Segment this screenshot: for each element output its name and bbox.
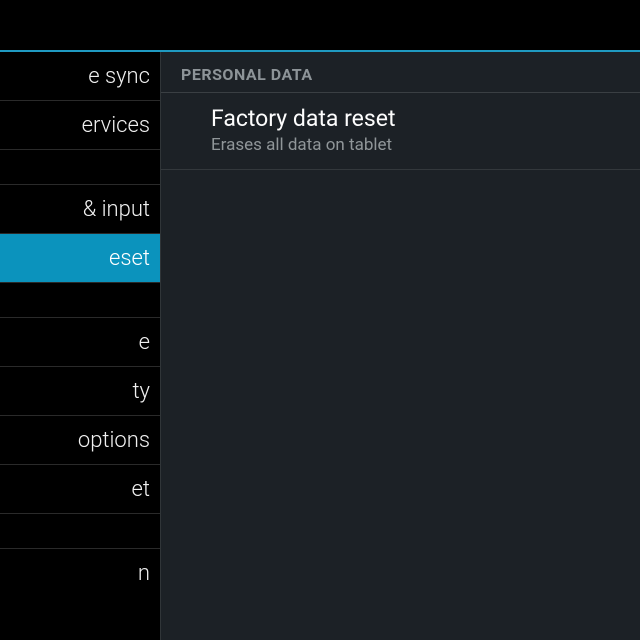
sidebar-category-gap — [0, 150, 160, 185]
sidebar-item-label: ty — [132, 379, 150, 404]
main-panel: PERSONAL DATA Factory data reset Erases … — [160, 52, 640, 640]
sidebar-item-label: ervices — [82, 113, 150, 138]
sidebar-item-about-tablet[interactable]: et — [0, 465, 160, 514]
sidebar-item-language-input[interactable]: & input — [0, 185, 160, 234]
section-header-personal-data: PERSONAL DATA — [161, 52, 640, 93]
sidebar-item-label: eset — [109, 246, 150, 271]
sidebar-item-footer[interactable]: n — [0, 549, 160, 598]
sidebar-item-accessibility[interactable]: ty — [0, 367, 160, 416]
status-bar-gap — [0, 0, 640, 50]
sidebar-item-developer-options[interactable]: options — [0, 416, 160, 465]
row-summary: Erases all data on tablet — [211, 135, 620, 155]
sidebar-item-date[interactable]: e — [0, 318, 160, 367]
sidebar-item-label: e — [139, 330, 150, 355]
sidebar-category-gap — [0, 283, 160, 318]
row-title: Factory data reset — [211, 105, 620, 132]
sidebar-item-label: options — [78, 428, 150, 453]
sidebar-item-services[interactable]: ervices — [0, 101, 160, 150]
sidebar-item-label: & input — [83, 197, 150, 222]
sidebar-item-sync[interactable]: e sync — [0, 52, 160, 101]
sidebar-item-label: n — [138, 561, 150, 586]
section-header-label: PERSONAL DATA — [181, 65, 313, 84]
row-factory-data-reset[interactable]: Factory data reset Erases all data on ta… — [161, 93, 640, 170]
sidebar-category-gap — [0, 514, 160, 549]
sidebar-item-label: et — [132, 477, 150, 502]
sidebar-item-backup-reset[interactable]: eset — [0, 234, 160, 283]
settings-sidebar: e sync ervices & input eset e ty options… — [0, 52, 160, 640]
sidebar-item-label: e sync — [88, 64, 150, 89]
content-area: e sync ervices & input eset e ty options… — [0, 52, 640, 640]
